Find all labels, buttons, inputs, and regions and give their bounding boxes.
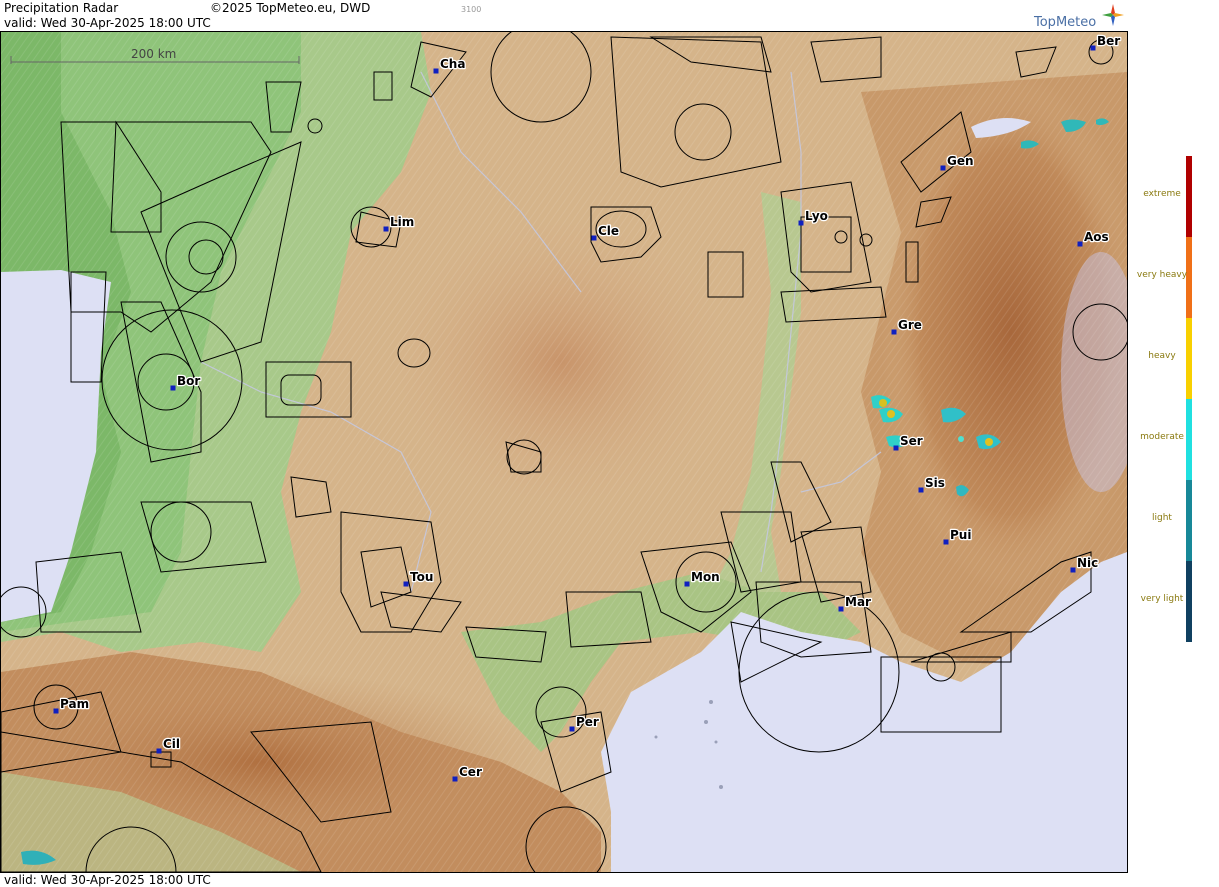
legend-label: moderate [1140,432,1184,442]
copyright-text: ©2025 TopMeteo.eu, DWD [210,1,371,15]
city-label: Gre [898,318,922,332]
city-label: Per [576,715,599,729]
city-marker [383,226,389,232]
city-marker [838,606,844,612]
legend-label: very heavy [1136,270,1188,280]
city-label: Cha [440,57,465,71]
city-label: Ser [900,434,923,448]
city-marker [170,385,176,391]
city-marker [918,487,924,493]
legend-label: extreme [1143,189,1181,199]
city-marker [1070,567,1076,573]
city-marker [798,220,804,226]
city-marker [891,329,897,335]
city-label: Cer [459,765,482,779]
precipitation-legend [1128,0,1219,887]
scale-label: 200 km [131,47,176,61]
compass-star-icon [1102,4,1124,26]
legend-label: very light [1140,594,1184,604]
city-marker [156,748,162,754]
brand-logo-text: TopMeteo [1034,15,1097,30]
terrain-map: 200 km Cha Ber Gen Lim Cle Lyo Aos Gre Bor Ser Sis… [1,32,1127,872]
city-marker [569,726,575,732]
product-title: Precipitation Radar [4,1,119,15]
city-label: Cil [163,737,180,751]
city-label: Mar [845,595,871,609]
city-label: Lyo [805,209,828,223]
city-marker [452,776,458,782]
legend-label: light [1152,513,1172,523]
city-marker [53,708,59,714]
city-label: Sis [925,476,945,490]
city-marker [433,68,439,74]
city-marker [1077,241,1083,247]
city-label: Lim [390,215,414,229]
radar-map[interactable]: 200 km Cha Ber Gen Lim Cle Lyo Aos Gre Bor Ser Sis… [1,32,1127,872]
city-marker [403,581,409,587]
city-marker [684,581,690,587]
header-bar: Precipitation Radar ©2025 TopMeteo.eu, D… [0,0,1128,32]
city-marker [940,165,946,171]
city-label: Aos [1084,230,1109,244]
city-marker [893,445,899,451]
legend-label: heavy [1148,351,1176,361]
city-marker [1090,45,1096,51]
city-label: Pui [950,528,971,542]
city-label: Ber [1097,34,1120,48]
city-marker [943,539,949,545]
footer-bar: valid: Wed 30-Apr-2025 18:00 UTC [0,872,1128,887]
footer-valid-time: valid: Wed 30-Apr-2025 18:00 UTC [4,873,211,887]
city-label: Gen [947,154,974,168]
city-label: Nic [1077,556,1098,570]
city-label: Pam [60,697,89,711]
city-label: Cle [598,224,619,238]
city-label: Bor [177,374,200,388]
city-label: Mon [691,570,720,584]
city-label: Tou [410,570,433,584]
city-marker [591,235,597,241]
valid-time: valid: Wed 30-Apr-2025 18:00 UTC [4,16,211,30]
header-code: 3100 [461,5,482,14]
